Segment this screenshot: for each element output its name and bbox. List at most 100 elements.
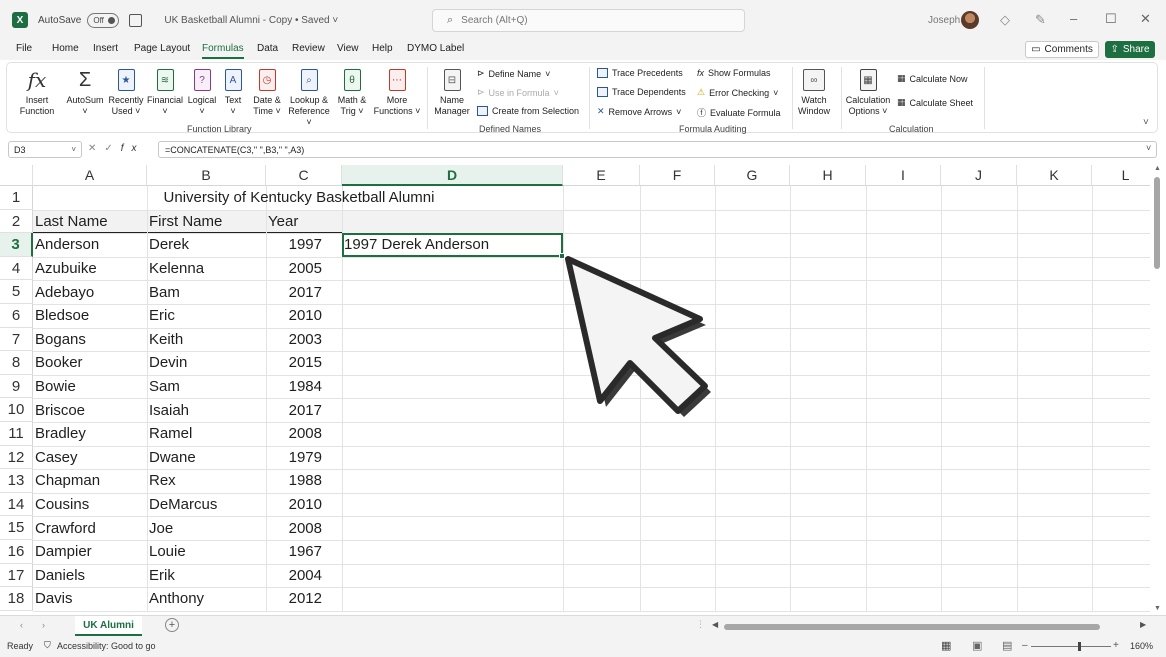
enter-icon[interactable]: ✓ [104, 143, 120, 154]
column-header-d[interactable]: D [342, 165, 563, 186]
cell-year[interactable]: 2004 [266, 564, 342, 588]
insert-function-button[interactable]: fx Insert Function [17, 65, 57, 117]
tab-insert[interactable]: Insert [93, 43, 118, 57]
cell-last-name[interactable]: Dampier [33, 540, 147, 564]
cell-year[interactable]: 2010 [266, 304, 342, 328]
define-name-button[interactable]: ⊳ Define Name ˅ [477, 68, 550, 79]
maximize-icon[interactable]: ☐ [1105, 11, 1117, 27]
header-last-name[interactable]: Last Name [33, 210, 147, 234]
cell-year[interactable]: 2017 [266, 280, 342, 304]
tab-view[interactable]: View [337, 43, 359, 57]
tab-file[interactable]: File [16, 43, 32, 57]
fx-icon[interactable]: fx [121, 143, 145, 154]
tab-review[interactable]: Review [292, 43, 325, 57]
lookup-reference-button[interactable]: ⌕ Lookup & Reference ˅ [285, 65, 333, 128]
document-title[interactable]: UK Basketball Alumni - Copy • Saved ˅ [164, 15, 338, 26]
use-in-formula-button[interactable]: ⊳ Use in Formula ˅ [477, 87, 559, 98]
cell-year[interactable]: 1997 [266, 233, 342, 257]
cell-last-name[interactable]: Bledsoe [33, 304, 147, 328]
zoom-in-icon[interactable]: + [1113, 640, 1119, 651]
cell-year[interactable]: 2012 [266, 587, 342, 611]
avatar[interactable] [961, 11, 979, 29]
cell-year[interactable]: 2017 [266, 398, 342, 422]
row-header-8[interactable]: 8 [0, 351, 33, 375]
cell-year[interactable]: 2015 [266, 351, 342, 375]
cell-first-name[interactable]: Erik [147, 564, 266, 588]
watch-window-button[interactable]: ∞ Watch Window [794, 65, 834, 117]
column-header-i[interactable]: I [866, 165, 941, 186]
row-header-11[interactable]: 11 [0, 422, 33, 446]
column-header-e[interactable]: E [563, 165, 640, 186]
row-header-7[interactable]: 7 [0, 327, 33, 352]
next-sheet-icon[interactable]: › [42, 620, 45, 630]
share-button[interactable]: ⇪ Share [1105, 41, 1155, 58]
cell-year[interactable]: 2008 [266, 422, 342, 446]
cell-first-name[interactable]: Kelenna [147, 257, 266, 281]
row-header-12[interactable]: 12 [0, 445, 33, 470]
cell-last-name[interactable]: Bogans [33, 328, 147, 352]
tab-data[interactable]: Data [257, 43, 278, 57]
cell-first-name[interactable]: Louie [147, 540, 266, 564]
cell-year[interactable]: 1979 [266, 446, 342, 470]
cell-first-name[interactable]: Isaiah [147, 398, 266, 422]
column-header-k[interactable]: K [1017, 165, 1092, 186]
cell-first-name[interactable]: Derek [147, 233, 266, 257]
cell-last-name[interactable]: Anderson [33, 233, 147, 257]
tab-dymo-label[interactable]: DYMO Label [407, 43, 464, 57]
cell-last-name[interactable]: Cousins [33, 493, 147, 517]
row-header-15[interactable]: 15 [0, 516, 33, 540]
row-header-6[interactable]: 6 [0, 304, 33, 328]
cell-last-name[interactable]: Briscoe [33, 398, 147, 422]
row-header-18[interactable]: 18 [0, 587, 33, 611]
error-checking-button[interactable]: ⚠ Error Checking ˅ [697, 87, 778, 98]
row-header-9[interactable]: 9 [0, 374, 33, 399]
comments-button[interactable]: ▭ Comments [1025, 41, 1099, 58]
column-header-b[interactable]: B [147, 165, 266, 186]
cell-year[interactable]: 1967 [266, 540, 342, 564]
cell-first-name[interactable]: Dwane [147, 446, 266, 470]
cell-first-name[interactable]: Rex [147, 469, 266, 493]
more-functions-button[interactable]: ⋯ More Functions ˅ [373, 65, 421, 117]
column-header-l[interactable]: L [1092, 165, 1150, 186]
header-first-name[interactable]: First Name [147, 210, 266, 234]
cell-year[interactable]: 1984 [266, 375, 342, 399]
date-time-button[interactable]: ◷ Date & Time ˅ [247, 65, 287, 117]
autosave-toggle[interactable]: Off [87, 12, 120, 28]
text-button[interactable]: A Text ˅ [215, 65, 251, 117]
cell-first-name[interactable]: Ramel [147, 422, 266, 446]
tab-formulas[interactable]: Formulas [202, 43, 244, 59]
cell-first-name[interactable]: Keith [147, 328, 266, 352]
ribbon-collapse-icon[interactable]: ˅ [1143, 117, 1149, 128]
cell-first-name[interactable]: Eric [147, 304, 266, 328]
show-formulas-button[interactable]: fx Show Formulas [697, 68, 771, 78]
autosum-button[interactable]: Σ AutoSum ˅ [65, 65, 105, 117]
diamond-icon[interactable]: ◇ [1000, 12, 1010, 28]
cell-year[interactable]: 2010 [266, 493, 342, 517]
sheet-tab-uk-alumni[interactable]: UK Alumni [75, 616, 142, 636]
cell-first-name[interactable]: DeMarcus [147, 493, 266, 517]
tab-splitter-icon[interactable]: ⋮ [696, 619, 705, 630]
row-header-4[interactable]: 4 [0, 256, 33, 281]
pen-icon[interactable]: ✎ [1035, 12, 1046, 28]
accessibility-status[interactable]: Accessibility: Good to go [57, 641, 156, 651]
scroll-up-icon[interactable]: ▲ [1154, 165, 1161, 172]
zoom-slider[interactable] [1031, 646, 1111, 647]
zoom-out-icon[interactable]: – [1022, 640, 1028, 651]
formula-input[interactable]: =CONCATENATE(C3," ",B3," ",A3) [158, 141, 1157, 158]
cell-last-name[interactable]: Davis [33, 587, 147, 611]
cell-last-name[interactable]: Azubuike [33, 257, 147, 281]
scroll-down-icon[interactable]: ▼ [1154, 605, 1161, 612]
row-header-1[interactable]: 1 [0, 186, 33, 210]
trace-dependents-button[interactable]: Trace Dependents [597, 87, 686, 97]
calculation-options-button[interactable]: ▦ Calculation Options ˅ [843, 65, 893, 117]
tab-home[interactable]: Home [52, 43, 79, 57]
close-icon[interactable]: ✕ [1140, 11, 1151, 27]
page-break-view-icon[interactable]: ▤ [1002, 639, 1012, 652]
sheet-title-cell[interactable]: University of Kentucky Basketball Alumni [33, 186, 563, 210]
scroll-right-icon[interactable]: ▶ [1140, 620, 1146, 629]
cell-last-name[interactable]: Daniels [33, 564, 147, 588]
row-header-2[interactable]: 2 [0, 209, 33, 234]
row-header-3[interactable]: 3 [0, 233, 33, 257]
user-name[interactable]: Joseph [928, 15, 960, 26]
remove-arrows-button[interactable]: ✕ Remove Arrows ˅ [597, 106, 681, 117]
